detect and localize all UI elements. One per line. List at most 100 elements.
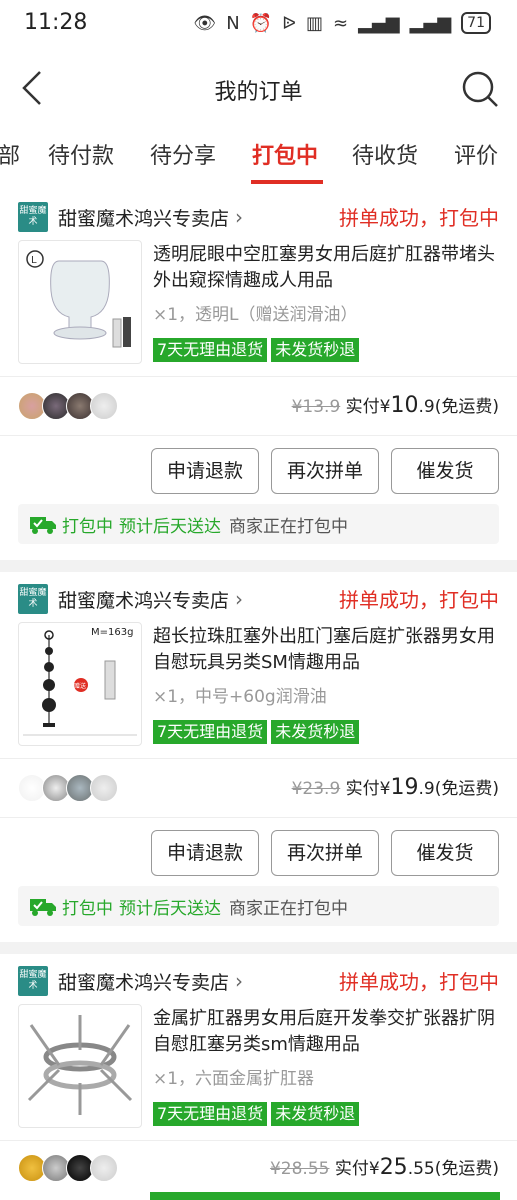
bluetooth-icon: ᐉ [282, 12, 296, 34]
shipping-note: (免运费) [434, 397, 499, 417]
original-price: ¥23.9 [291, 779, 341, 799]
shop-name: 甜蜜魔术鸿兴专卖店 [58, 207, 230, 230]
shipping-status-bar[interactable]: 打包中 预计后天送达 商家正在打包中 [18, 504, 499, 544]
partial-bottom-element [150, 1192, 500, 1200]
shipping-note: (免运费) [434, 1159, 499, 1179]
nav-bar: 我的订单 [0, 52, 517, 126]
tag-free-return: 7天无理由退货 [153, 720, 268, 744]
ship-note: 商家正在打包中 [229, 516, 348, 537]
paid-amount-dec: .9 [418, 397, 435, 417]
shop-header[interactable]: 甜蜜魔术 甜蜜魔术鸿兴专卖店 › [18, 582, 243, 616]
order-status: 拼单成功，打包中 [339, 206, 499, 230]
avatar [90, 1154, 118, 1182]
divider [0, 435, 517, 436]
refund-button[interactable]: 申请退款 [151, 448, 259, 494]
alarm-icon: ⏰ [249, 12, 273, 34]
price-row: ¥13.9 实付¥10.9(免运费) [292, 392, 499, 418]
paid-symbol: ¥ [368, 1159, 380, 1179]
tab-pending-receipt[interactable]: 待收货 [352, 138, 418, 170]
search-icon[interactable] [461, 70, 499, 108]
status-time: 11:28 [24, 10, 88, 35]
price-row: ¥28.55 实付¥25.55(免运费) [270, 1154, 499, 1180]
shop-header[interactable]: 甜蜜魔术 甜蜜魔术鸿兴专卖店 › [18, 200, 243, 234]
truck-icon [30, 899, 56, 916]
paid-amount-int: 19 [390, 775, 419, 800]
paid-amount-dec: .9 [418, 779, 435, 799]
tab-pending-share[interactable]: 待分享 [150, 138, 216, 170]
reorder-button[interactable]: 再次拼单 [271, 448, 379, 494]
tag-free-return: 7天无理由退货 [153, 338, 268, 362]
paid-label: 实付 [345, 779, 380, 799]
reorder-button[interactable]: 再次拼单 [271, 830, 379, 876]
shop-logo: 甜蜜魔术 [18, 966, 48, 996]
original-price: ¥28.55 [269, 1159, 330, 1179]
group-avatars [18, 774, 118, 802]
product-title[interactable]: 超长拉珠肛塞外出肛门塞后庭扩张器男女用自慰玩具另类SM情趣用品 [153, 624, 503, 676]
ship-status: 打包中 [62, 898, 113, 919]
group-avatars [18, 392, 118, 420]
paid-symbol: ¥ [379, 397, 391, 417]
status-icons: 👁 N ⏰ ᐉ ▥ ≈ ▂▄▆ ▂▄▆ 71 [193, 12, 491, 34]
eye-icon: 👁 [193, 12, 217, 34]
image-gift-badge: 赠送 [74, 683, 87, 690]
shipping-status-bar[interactable]: 打包中 预计后天送达 商家正在打包中 [18, 886, 499, 926]
product-spec: ×1，中号+60g润滑油 [153, 687, 327, 707]
chevron-right-icon: › [235, 969, 244, 993]
order-card: 甜蜜魔术 甜蜜魔术鸿兴专卖店 › 拼单成功，打包中 L 透明屁眼中空肛塞男女用后… [0, 190, 517, 560]
signal-icon: ▂▄▆ [358, 12, 400, 34]
paid-amount-int: 25 [379, 1155, 408, 1180]
product-title[interactable]: 透明屁眼中空肛塞男女用后庭扩肛器带堵头外出窥探情趣成人用品 [153, 242, 503, 294]
tab-pending-payment[interactable]: 待付款 [48, 138, 114, 170]
avatar [90, 392, 118, 420]
paid-amount-dec: .55 [407, 1159, 435, 1179]
product-spec: ×1，透明L（赠送润滑油） [153, 305, 358, 325]
truck-icon [30, 517, 56, 534]
vibrate-icon: ▥ [306, 12, 324, 34]
product-image[interactable] [18, 1004, 142, 1128]
urge-ship-button[interactable]: 催发货 [391, 830, 499, 876]
shop-logo: 甜蜜魔术 [18, 202, 48, 232]
tag-instant-refund: 未发货秒退 [271, 720, 360, 744]
status-bar: 11:28 👁 N ⏰ ᐉ ▥ ≈ ▂▄▆ ▂▄▆ 71 [0, 0, 517, 52]
divider [0, 817, 517, 818]
ship-eta: 预计后天送达 [119, 898, 221, 919]
tab-all[interactable]: 部 [0, 138, 20, 170]
product-image[interactable]: M=163g 赠送 [18, 622, 142, 746]
divider [0, 1140, 517, 1141]
price-row: ¥23.9 实付¥19.9(免运费) [292, 774, 499, 800]
svg-text:L: L [31, 255, 37, 266]
nfc-icon: N [226, 12, 240, 34]
tag-free-return: 7天无理由退货 [153, 1102, 268, 1126]
paid-symbol: ¥ [379, 779, 391, 799]
tag-instant-refund: 未发货秒退 [271, 1102, 360, 1126]
original-price: ¥13.9 [291, 397, 341, 417]
shop-name: 甜蜜魔术鸿兴专卖店 [58, 971, 230, 994]
shop-header[interactable]: 甜蜜魔术 甜蜜魔术鸿兴专卖店 › [18, 964, 243, 998]
active-tab-indicator [251, 180, 323, 184]
page-title: 我的订单 [214, 80, 303, 105]
urge-ship-button[interactable]: 催发货 [391, 448, 499, 494]
order-status: 拼单成功，打包中 [339, 588, 499, 612]
paid-label: 实付 [334, 1159, 369, 1179]
tab-packing[interactable]: 打包中 [252, 138, 318, 170]
tag-instant-refund: 未发货秒退 [271, 338, 360, 362]
shop-name: 甜蜜魔术鸿兴专卖店 [58, 589, 230, 612]
group-avatars [18, 1154, 118, 1182]
signal-icon: ▂▄▆ [409, 12, 452, 34]
service-tags: 7天无理由退货 未发货秒退 [153, 720, 360, 744]
shipping-note: (免运费) [434, 779, 499, 799]
product-image[interactable]: L [18, 240, 142, 364]
product-spec: ×1，六面金属扩肛器 [153, 1069, 315, 1089]
product-title[interactable]: 金属扩肛器男女用后庭开发拳交扩张器扩阴自慰肛塞另类sm情趣用品 [153, 1006, 503, 1058]
ship-note: 商家正在打包中 [229, 898, 348, 919]
image-weight-label: M=163g [91, 627, 134, 638]
ship-status: 打包中 [62, 516, 113, 537]
shop-logo: 甜蜜魔术 [18, 584, 48, 614]
avatar [90, 774, 118, 802]
ship-eta: 预计后天送达 [119, 516, 221, 537]
tab-review[interactable]: 评价 [454, 138, 498, 170]
service-tags: 7天无理由退货 未发货秒退 [153, 338, 360, 362]
refund-button[interactable]: 申请退款 [151, 830, 259, 876]
order-card: 甜蜜魔术 甜蜜魔术鸿兴专卖店 › 拼单成功，打包中 M=163g 赠送 超长拉珠… [0, 572, 517, 942]
battery-icon: 71 [461, 12, 491, 34]
